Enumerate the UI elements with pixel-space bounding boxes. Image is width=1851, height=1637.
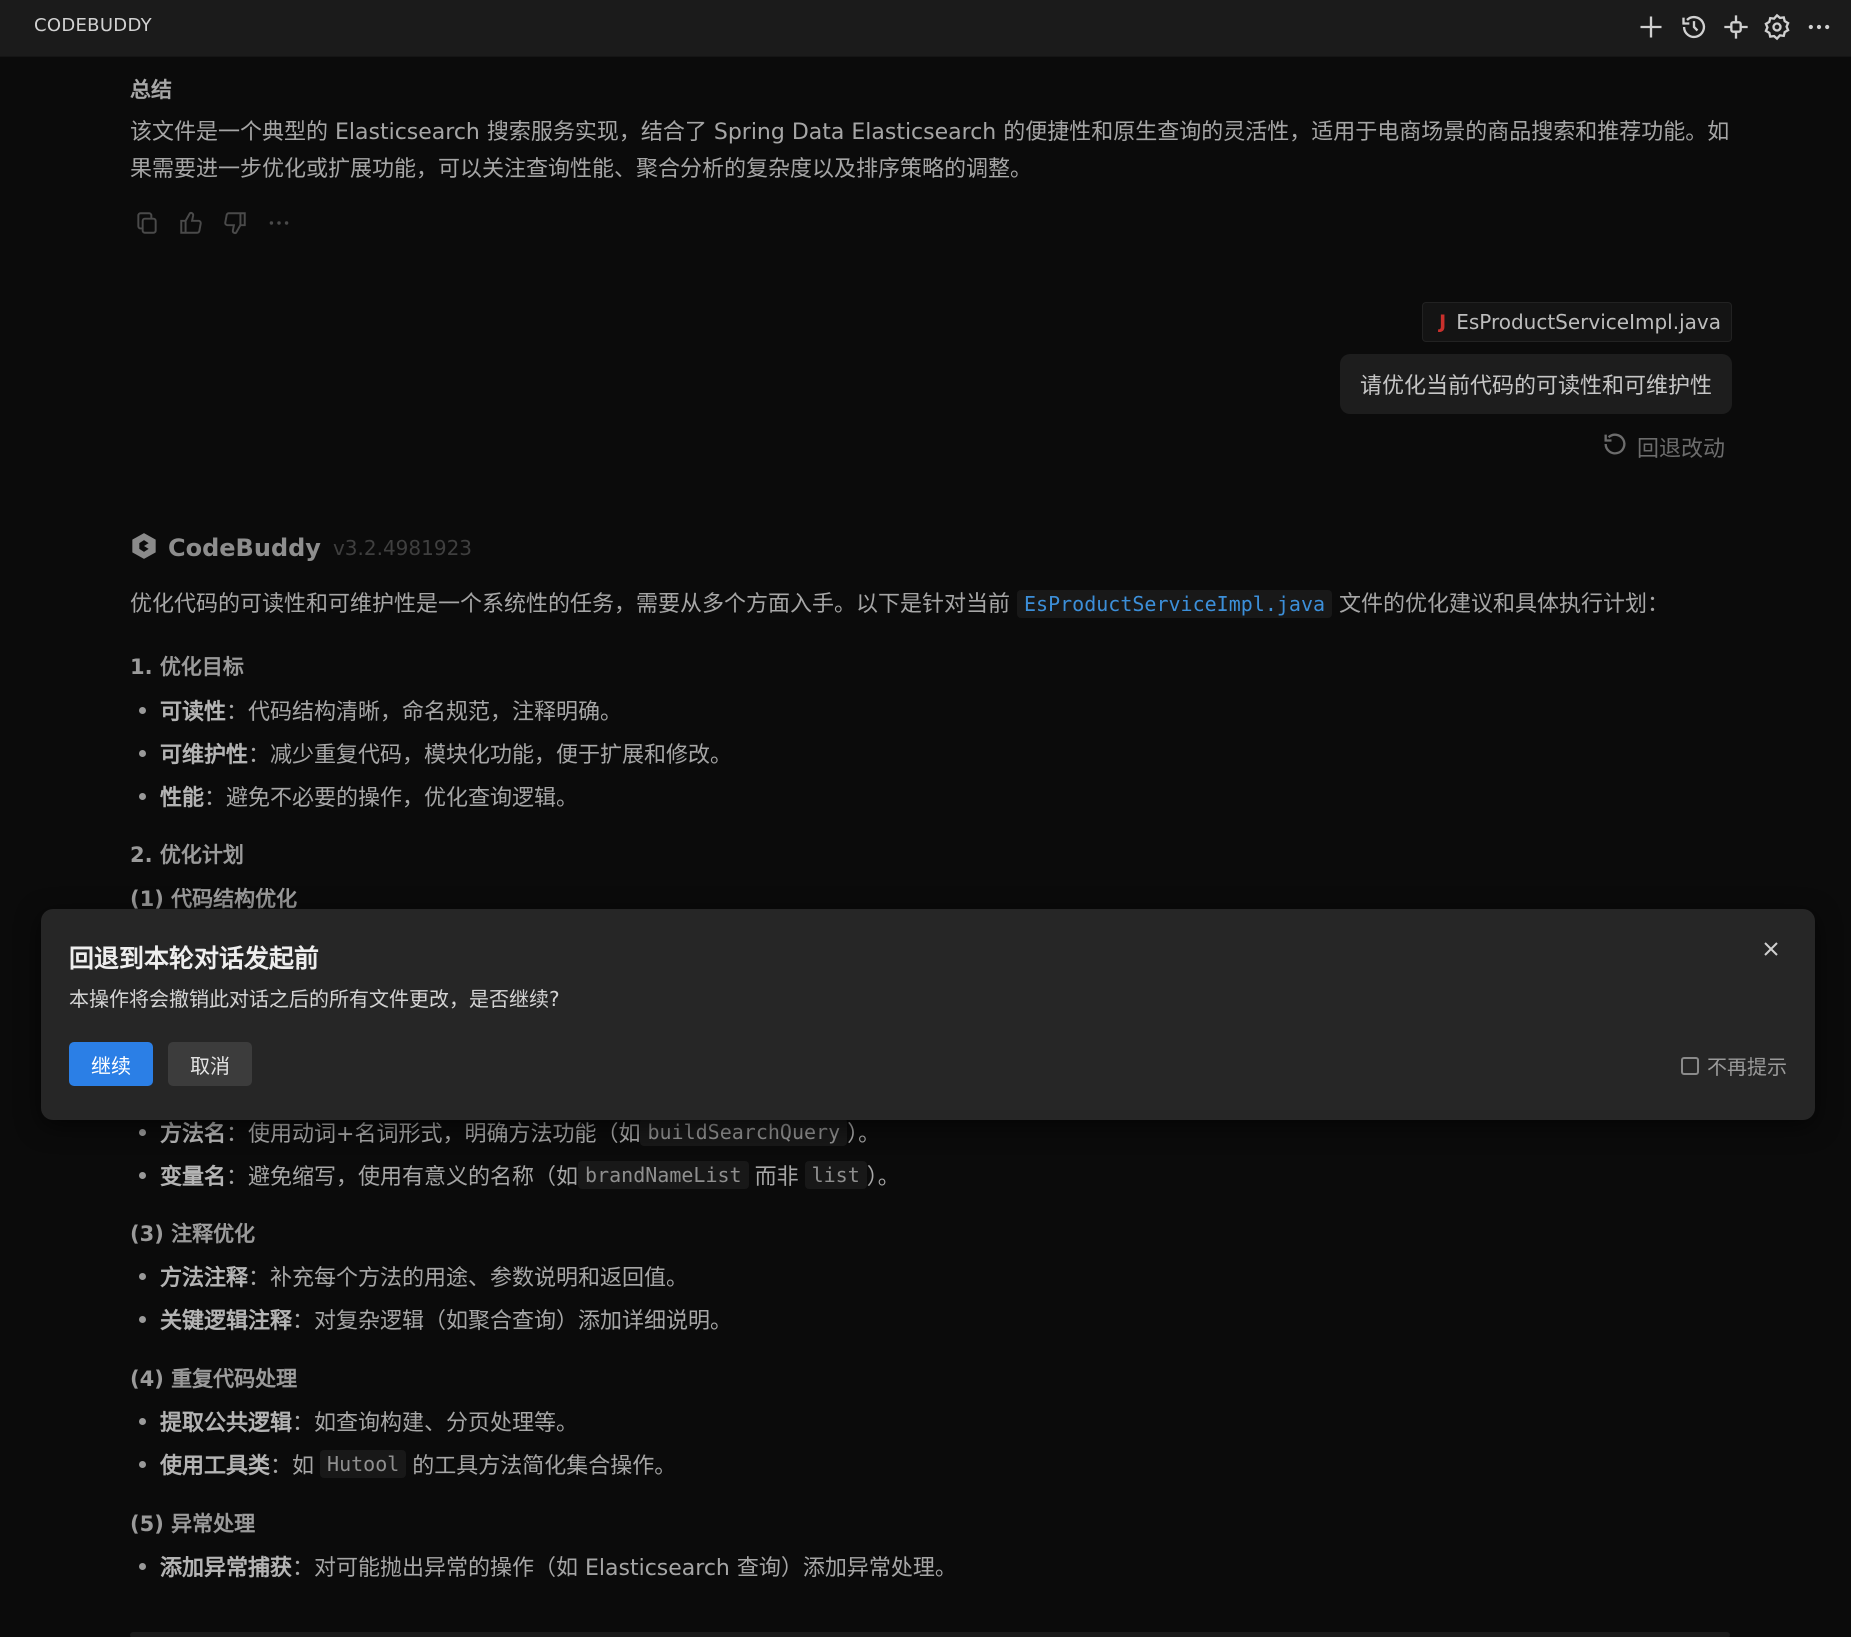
item-text: ：对可能抛出异常的操作（如 Elasticsearch 查询）添加异常处理。 bbox=[292, 1556, 957, 1581]
item-text: ：减少重复代码，模块化功能，便于扩展和修改。 bbox=[248, 743, 733, 768]
assistant-header: CodeBuddy v3.2.4981923 bbox=[130, 532, 472, 564]
assistant-version: v3.2.4981923 bbox=[332, 536, 473, 560]
java-file-icon: J bbox=[1439, 311, 1447, 333]
item-label: 性能 bbox=[160, 786, 205, 811]
item-text: ：代码结构清晰，命名规范，注释明确。 bbox=[226, 700, 623, 725]
revert-label: 回退改动 bbox=[1636, 437, 1725, 462]
item-text: ：补充每个方法的用途、参数说明和返回值。 bbox=[248, 1266, 689, 1291]
list-item: 可维护性 ：减少重复代码，模块化功能，便于扩展和修改。 bbox=[130, 737, 732, 769]
attached-file-name: EsProductServiceImpl.java bbox=[1456, 310, 1721, 334]
divider bbox=[130, 1632, 1730, 1637]
attached-file-chip[interactable]: J EsProductServiceImpl.java bbox=[1422, 302, 1732, 342]
bullet bbox=[139, 1128, 146, 1136]
item-label: 方法注释 bbox=[160, 1266, 249, 1291]
inline-code: brandNameList bbox=[578, 1161, 749, 1189]
thumbs-up-icon[interactable] bbox=[178, 210, 204, 236]
section-heading: 1. 优化目标 bbox=[130, 655, 244, 679]
item-text: ：避免不必要的操作，优化查询逻辑。 bbox=[204, 786, 579, 811]
item-text: ：使用动词+名词形式，明确方法功能（如 bbox=[226, 1122, 641, 1147]
item-label: 可读性 bbox=[160, 700, 227, 725]
summary-text: 该文件是一个典型的 Elasticsearch 搜索服务实现，结合了 Sprin… bbox=[130, 120, 1730, 182]
checkbox-box[interactable] bbox=[1681, 1056, 1699, 1075]
section-heading: 2. 优化计划 bbox=[130, 843, 244, 867]
item-label: 关键逻辑注释 bbox=[160, 1309, 293, 1334]
item-text: ：如 bbox=[270, 1454, 315, 1479]
more-icon[interactable] bbox=[266, 210, 292, 236]
item-label: 添加异常捕获 bbox=[160, 1556, 293, 1581]
summary-heading: 总结 bbox=[130, 78, 172, 102]
more-icon[interactable] bbox=[1802, 10, 1836, 44]
app-title: CODEBUDDY bbox=[34, 15, 152, 36]
bullet bbox=[139, 1171, 146, 1179]
list-item: 提取公共逻辑 ：如查询构建、分页处理等。 bbox=[130, 1405, 578, 1437]
chat-panel: 总结 该文件是一个典型的 Elasticsearch 搜索服务实现，结合了 Sp… bbox=[0, 56, 1851, 1637]
plus-icon[interactable] bbox=[1634, 10, 1668, 44]
item-label: 使用工具类 bbox=[160, 1454, 271, 1479]
list-item: 方法名 ：使用动词+名词形式，明确方法功能（如 buildSearchQuery… bbox=[130, 1116, 880, 1148]
item-label: 提取公共逻辑 bbox=[160, 1411, 293, 1436]
bullet bbox=[139, 1417, 146, 1425]
user-message-text: 请优化当前代码的可读性和可维护性 bbox=[1359, 374, 1712, 399]
bullet bbox=[139, 749, 146, 757]
cancel-button[interactable]: 取消 bbox=[168, 1042, 252, 1086]
close-icon[interactable] bbox=[1761, 939, 1781, 959]
bullet bbox=[139, 792, 146, 800]
inline-code: buildSearchQuery bbox=[640, 1118, 848, 1146]
file-code-link[interactable]: EsProductServiceImpl.java bbox=[1017, 590, 1333, 618]
section-heading: (5) 异常处理 bbox=[130, 1512, 256, 1536]
copy-icon[interactable] bbox=[134, 210, 160, 236]
dont-show-again-checkbox[interactable]: 不再提示 bbox=[1681, 1051, 1787, 1080]
item-label: 可维护性 bbox=[160, 743, 249, 768]
assistant-intro: 优化代码的可读性和可维护性是一个系统性的任务，需要从多个方面入手。以下是针对当前… bbox=[130, 586, 1669, 618]
list-item: 可读性 ：代码结构清晰，命名规范，注释明确。 bbox=[130, 694, 622, 726]
item-text: 而非 bbox=[754, 1165, 799, 1190]
inline-code: list bbox=[804, 1161, 867, 1189]
item-label: 变量名 bbox=[160, 1165, 227, 1190]
item-text: ：避免缩写，使用有意义的名称（如 bbox=[226, 1165, 579, 1190]
dont-show-again-label: 不再提示 bbox=[1707, 1055, 1787, 1079]
undo-icon bbox=[1601, 430, 1629, 464]
item-text: 的工具方法简化集合操作。 bbox=[412, 1454, 677, 1479]
dialog-message: 本操作将会撤销此对话之后的所有文件更改，是否继续? bbox=[69, 987, 560, 1011]
item-text: ）。 bbox=[866, 1165, 900, 1190]
list-item: 变量名 ：避免缩写，使用有意义的名称（如 brandNameList 而非 li… bbox=[130, 1159, 900, 1191]
thumbs-down-icon[interactable] bbox=[222, 210, 248, 236]
bullet bbox=[139, 1272, 146, 1280]
settings-icon[interactable] bbox=[1760, 10, 1794, 44]
bullet bbox=[139, 706, 146, 714]
title-bar: CODEBUDDY bbox=[0, 0, 1851, 57]
intro-text-post: 文件的优化建议和具体执行计划： bbox=[1339, 592, 1670, 617]
item-label: 方法名 bbox=[160, 1122, 227, 1147]
list-item: 关键逻辑注释 ：对复杂逻辑（如聚合查询）添加详细说明。 bbox=[130, 1303, 732, 1335]
bullet bbox=[139, 1460, 146, 1468]
list-item: 性能 ：避免不必要的操作，优化查询逻辑。 bbox=[130, 780, 578, 812]
bullet bbox=[139, 1562, 146, 1570]
item-text: ）。 bbox=[847, 1122, 881, 1147]
section-heading: (3) 注释优化 bbox=[130, 1222, 256, 1246]
item-text: ：如查询构建、分页处理等。 bbox=[292, 1411, 579, 1436]
history-icon[interactable] bbox=[1677, 10, 1711, 44]
assistant-name: CodeBuddy bbox=[168, 534, 321, 562]
inline-code: Hutool bbox=[320, 1450, 407, 1478]
intro-text-pre: 优化代码的可读性和可维护性是一个系统性的任务，需要从多个方面入手。以下是针对当前 bbox=[130, 592, 1011, 617]
list-item: 方法注释 ：补充每个方法的用途、参数说明和返回值。 bbox=[130, 1260, 688, 1292]
continue-button[interactable]: 继续 bbox=[69, 1042, 153, 1086]
codebuddy-logo-icon bbox=[130, 532, 158, 564]
dialog-title: 回退到本轮对话发起前 bbox=[69, 944, 320, 973]
plugin-icon[interactable] bbox=[1719, 10, 1753, 44]
section-heading: (4) 重复代码处理 bbox=[130, 1367, 298, 1391]
user-message-bubble: 请优化当前代码的可读性和可维护性 bbox=[1339, 354, 1732, 414]
revert-changes-button[interactable]: 回退改动 bbox=[1601, 430, 1725, 464]
message-actions bbox=[134, 210, 292, 236]
item-text: ：对复杂逻辑（如聚合查询）添加详细说明。 bbox=[292, 1309, 733, 1334]
list-item: 使用工具类 ：如 Hutool 的工具方法简化集合操作。 bbox=[130, 1448, 676, 1480]
revert-confirm-dialog: 回退到本轮对话发起前 本操作将会撤销此对话之后的所有文件更改，是否继续? 继续 … bbox=[41, 909, 1815, 1120]
bullet bbox=[139, 1315, 146, 1323]
list-item: 添加异常捕获 ：对可能抛出异常的操作（如 Elasticsearch 查询）添加… bbox=[130, 1550, 957, 1582]
